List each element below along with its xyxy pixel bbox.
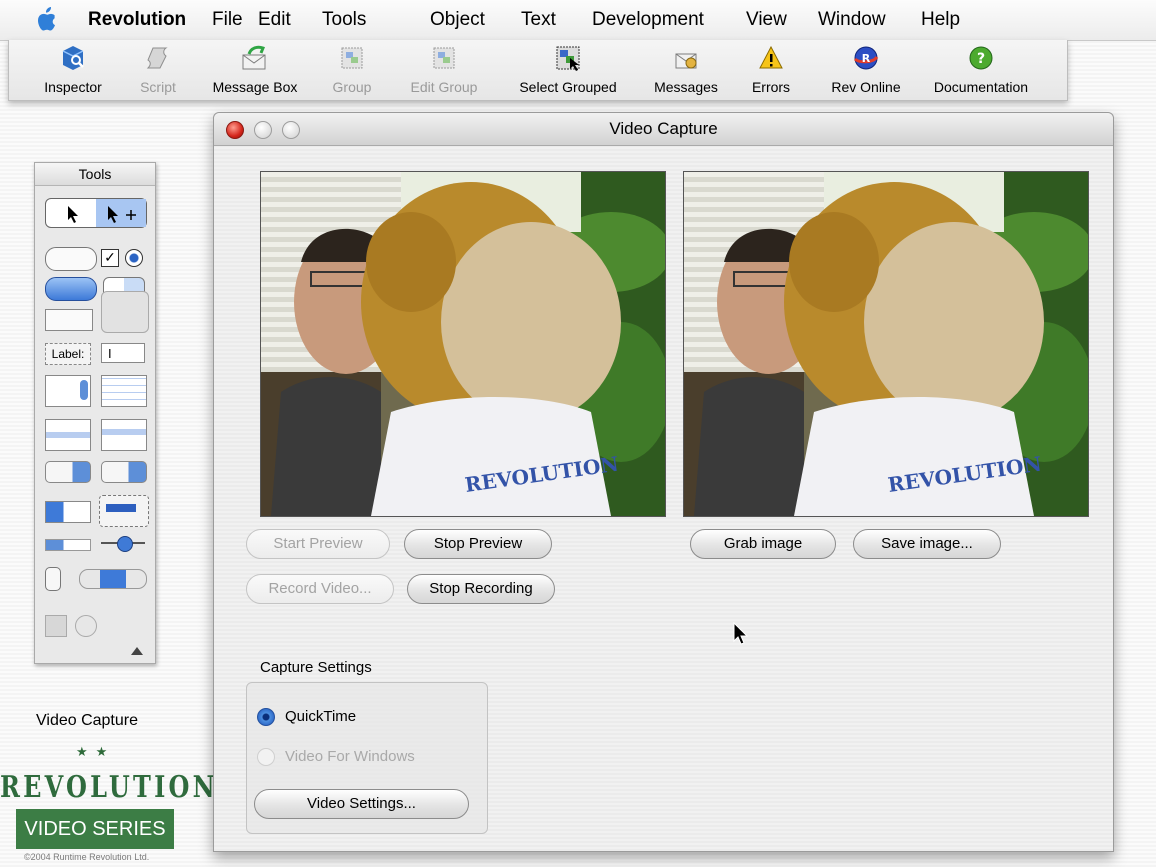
documentation-icon: ? [969, 46, 993, 70]
rev-online-button[interactable]: R Rev Online [819, 40, 913, 100]
grabbed-image: REVOLUTION [683, 171, 1089, 517]
menu-view[interactable]: View [746, 9, 787, 31]
grab-image-button[interactable]: Grab image [690, 529, 836, 559]
menu-window[interactable]: Window [818, 9, 886, 31]
table-field-tool[interactable] [101, 375, 147, 407]
message-box-icon [242, 45, 266, 70]
inspector-button[interactable]: Inspector [33, 40, 113, 100]
progress-bar-tool[interactable] [45, 539, 91, 551]
pointer-tool-group [45, 198, 147, 228]
menu-tools[interactable]: Tools [322, 9, 366, 31]
errors-icon [759, 45, 783, 69]
documentation-button[interactable]: ? Documentation [921, 40, 1041, 100]
mouse-cursor-icon [733, 622, 749, 645]
capture-settings-title: Capture Settings [260, 659, 372, 676]
group-label: Group [332, 79, 372, 95]
svg-text:?: ? [977, 51, 985, 67]
menu-development[interactable]: Development [592, 9, 704, 31]
edit-group-label: Edit Group [410, 79, 478, 95]
quicktime-label[interactable]: QuickTime [285, 708, 356, 725]
video-series-badge: VIDEO SERIES [16, 809, 174, 849]
scrolling-list-tool[interactable] [45, 419, 91, 451]
toolbar: Inspector Script Message Box Group Edit … [8, 40, 1068, 101]
revolution-logo: REVOLUTION [0, 770, 218, 805]
menu-help[interactable]: Help [921, 9, 960, 31]
window-titlebar[interactable]: Video Capture [214, 113, 1113, 146]
group-icon [341, 47, 363, 69]
script-icon [146, 47, 168, 69]
slider-tool[interactable] [101, 535, 145, 552]
errors-button[interactable]: Errors [741, 40, 801, 100]
inspector-label: Inspector [44, 79, 102, 95]
group-button[interactable]: Group [323, 40, 381, 100]
select-grouped-button[interactable]: Select Grouped [505, 40, 631, 100]
selected-menu-tool[interactable] [99, 495, 149, 527]
rounded-button-tool[interactable] [45, 247, 97, 271]
option-menu-tool[interactable] [101, 461, 147, 483]
inspector-icon [62, 46, 84, 70]
video-settings-button[interactable]: Video Settings... [254, 789, 469, 819]
label-field-tool[interactable]: Label: [45, 343, 91, 365]
start-preview-button[interactable]: Start Preview [246, 529, 390, 559]
checkbox-tool-icon[interactable]: ✓ [101, 249, 119, 267]
little-arrows-tool[interactable] [45, 567, 61, 591]
script-button[interactable]: Script [129, 40, 187, 100]
select-grouped-icon [556, 46, 580, 71]
messages-icon [675, 53, 697, 69]
messages-label: Messages [654, 79, 718, 95]
default-button-tool[interactable] [45, 277, 97, 301]
menu-edit[interactable]: Edit [258, 9, 291, 31]
combo-box-tool[interactable] [45, 501, 91, 523]
rev-online-label: Rev Online [831, 79, 901, 95]
browse-tool-icon[interactable] [46, 199, 146, 227]
window-content: REVOLUTION REVOLUTION Start Preview Stop… [214, 146, 1113, 851]
rectangle-button-tool[interactable] [45, 309, 93, 331]
stop-recording-button[interactable]: Stop Recording [407, 574, 555, 604]
video-for-windows-radio[interactable] [257, 748, 275, 766]
messages-button[interactable]: Messages [645, 40, 727, 100]
popup-menu-tool[interactable] [45, 461, 91, 483]
errors-label: Errors [751, 79, 791, 95]
record-video-button[interactable]: Record Video... [246, 574, 394, 604]
menu-object[interactable]: Object [430, 9, 485, 31]
preview-video[interactable]: REVOLUTION [260, 171, 666, 517]
transparent-button-tool[interactable] [101, 291, 149, 333]
window-title: Video Capture [609, 119, 718, 138]
menu-bar: Revolution File Edit Tools Object Text D… [0, 0, 1156, 41]
collapse-triangle-icon[interactable] [131, 647, 143, 655]
save-image-button[interactable]: Save image... [853, 529, 1001, 559]
svg-text:R: R [862, 52, 871, 65]
stop-preview-button[interactable]: Stop Preview [404, 529, 552, 559]
radio-button-tool-icon[interactable] [125, 249, 143, 267]
documentation-label: Documentation [933, 79, 1029, 95]
image-tool[interactable] [45, 615, 67, 637]
rev-online-icon: R [853, 46, 879, 70]
video-for-windows-label[interactable]: Video For Windows [285, 748, 415, 765]
brand-title: Video Capture [36, 712, 138, 729]
scrollbar-tool[interactable] [79, 569, 147, 589]
menu-app-revolution[interactable]: Revolution [88, 9, 186, 31]
menu-file[interactable]: File [212, 9, 243, 31]
message-box-button[interactable]: Message Box [203, 40, 307, 100]
edit-group-button[interactable]: Edit Group [399, 40, 489, 100]
video-capture-window: Video Capture REVOLUTION REVOLUTION Star… [213, 112, 1114, 852]
select-grouped-label: Select Grouped [519, 79, 617, 95]
copyright-text: ©2004 Runtime Revolution Ltd. [24, 852, 150, 862]
menu-text[interactable]: Text [521, 9, 556, 31]
scrolling-field-tool[interactable] [45, 375, 91, 407]
quicktime-radio[interactable] [257, 708, 275, 726]
edit-group-icon [433, 47, 455, 69]
player-tool[interactable] [75, 615, 97, 637]
tools-palette: Tools ✓ Label: I [34, 162, 156, 664]
text-field-tool[interactable]: I [101, 343, 145, 363]
message-box-label: Message Box [212, 79, 298, 95]
stars-decoration: ★★ [76, 744, 116, 759]
apple-icon[interactable] [36, 7, 58, 31]
tools-palette-title[interactable]: Tools [35, 163, 155, 186]
list-field-tool[interactable] [101, 419, 147, 451]
script-label: Script [140, 79, 176, 95]
